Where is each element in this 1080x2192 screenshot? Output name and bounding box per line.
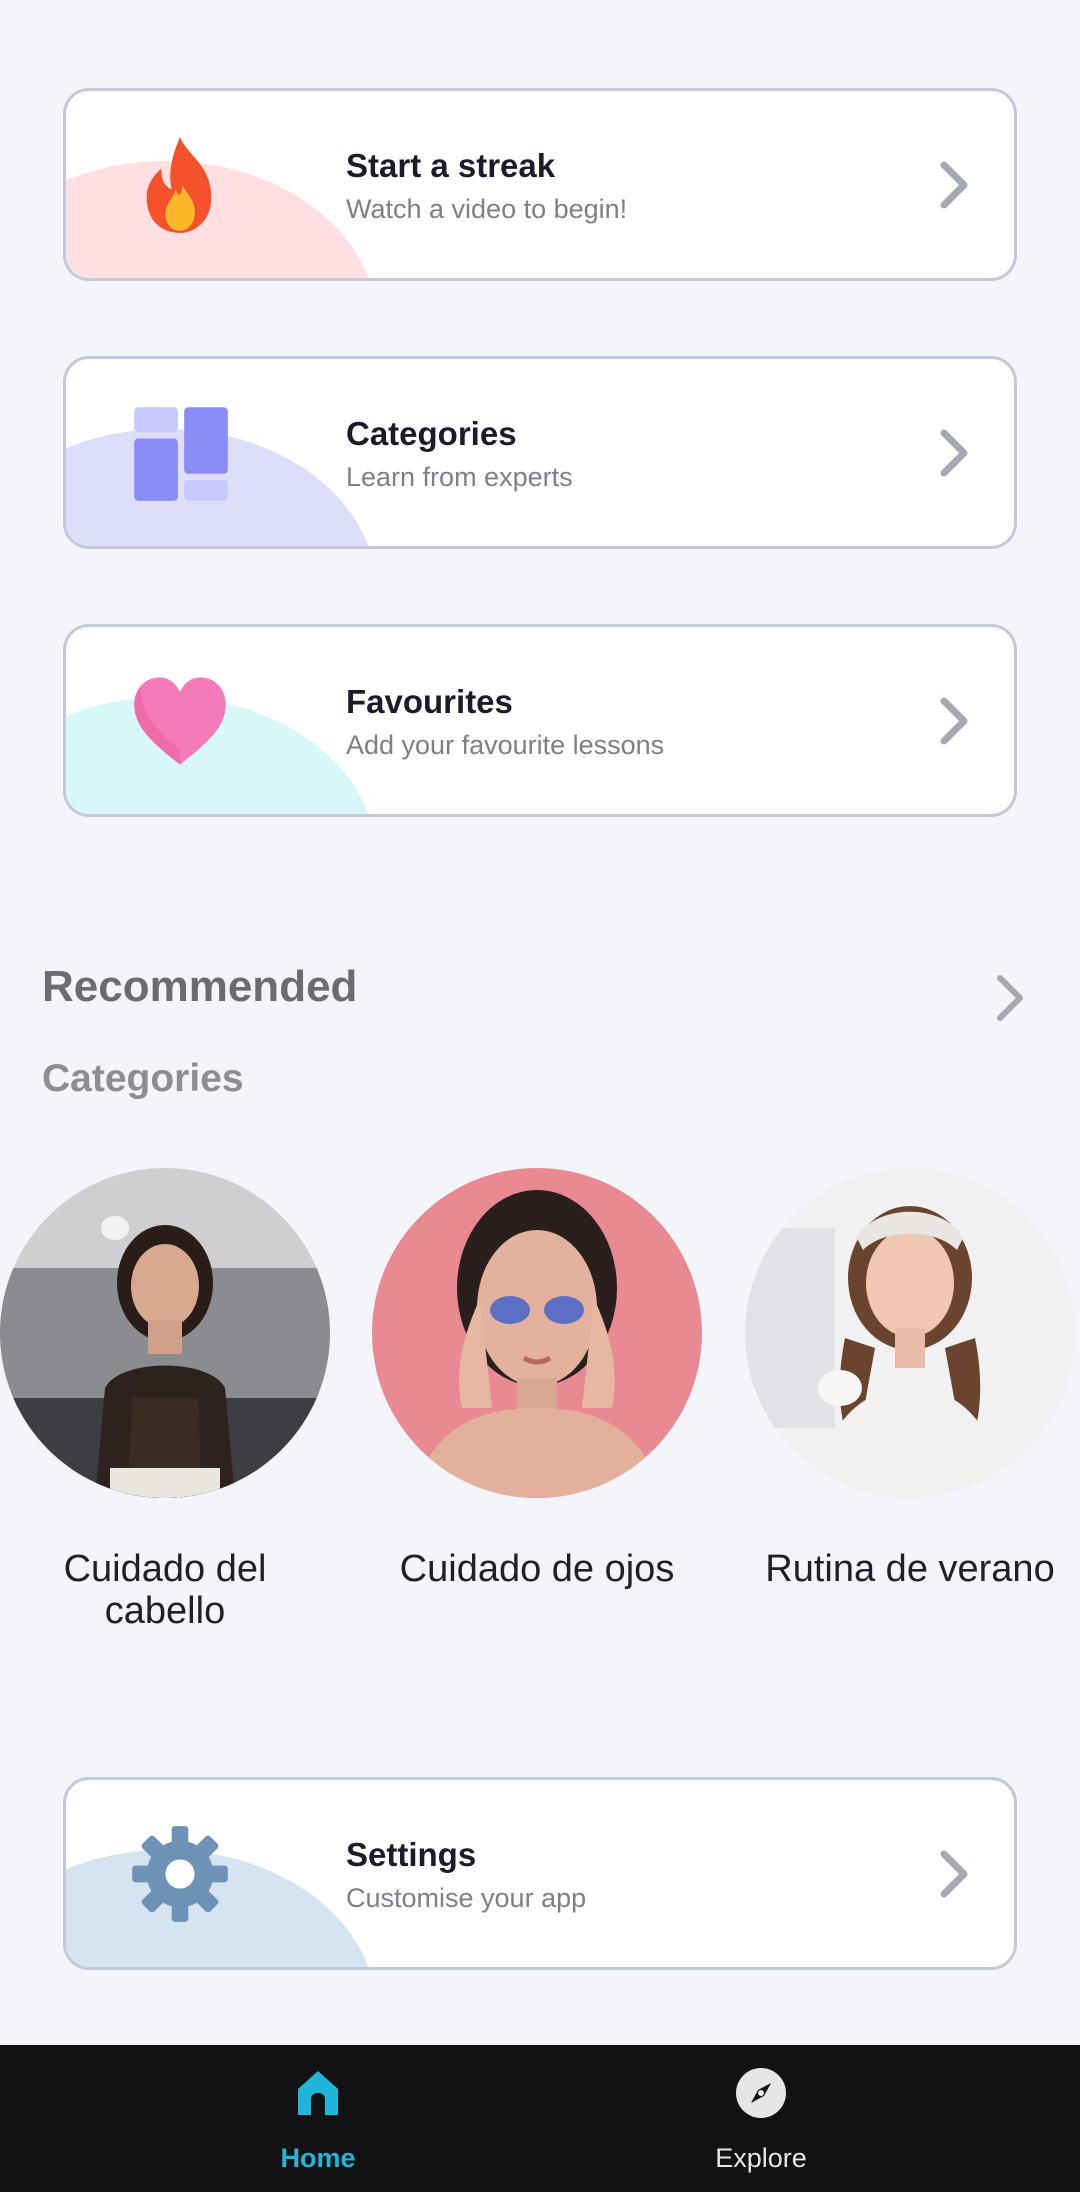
- chevron-right-icon: [940, 161, 968, 209]
- chevron-right-icon: [940, 1850, 968, 1898]
- grid-icon: [128, 401, 232, 505]
- card-title: Categories: [346, 415, 517, 452]
- tab-explore[interactable]: Explore: [641, 2045, 881, 2192]
- card-title: Settings: [346, 1836, 477, 1873]
- category-photo: [0, 1168, 330, 1498]
- card-title: Favourites: [346, 683, 513, 720]
- category-label: Cuidado del cabello: [63, 1548, 267, 1632]
- recommended-title: Recommended: [42, 962, 358, 1011]
- compass-icon: [736, 2068, 786, 2118]
- card-subtitle: Add your favourite lessons: [346, 730, 665, 760]
- favourites-card[interactable]: Favourites Add your favourite lessons: [63, 624, 1017, 817]
- gear-icon: [128, 1822, 232, 1926]
- category-photo: [372, 1168, 702, 1498]
- category-label: Cuidado de ojos: [399, 1548, 675, 1590]
- category-item-summer-routine[interactable]: Rutina de verano: [745, 1168, 1075, 1590]
- tab-label: Home: [280, 2143, 356, 2173]
- category-item-eye-care[interactable]: Cuidado de ojos: [372, 1168, 702, 1590]
- recommended-chevron-right-icon[interactable]: [990, 970, 1030, 1026]
- chevron-right-icon: [940, 429, 968, 477]
- home-icon: [298, 2071, 338, 2115]
- card-title: Start a streak: [346, 147, 556, 184]
- card-subtitle: Watch a video to begin!: [346, 194, 628, 224]
- bottom-tab-bar: Home Explore: [0, 2045, 1080, 2192]
- chevron-right-icon: [940, 697, 968, 745]
- settings-card[interactable]: Settings Customise your app: [63, 1777, 1017, 1970]
- categories-card[interactable]: Categories Learn from experts: [63, 356, 1017, 549]
- tab-label: Explore: [715, 2143, 807, 2173]
- start-streak-card[interactable]: Start a streak Watch a video to begin!: [63, 88, 1017, 281]
- tab-home[interactable]: Home: [198, 2045, 438, 2192]
- category-photo: [745, 1168, 1075, 1498]
- flame-icon: [128, 133, 232, 237]
- categories-section-title: Categories: [42, 1057, 244, 1100]
- card-subtitle: Customise your app: [346, 1883, 587, 1913]
- category-item-hair-care[interactable]: Cuidado del cabello: [0, 1168, 330, 1632]
- heart-icon: [128, 669, 232, 773]
- category-label: Rutina de verano: [765, 1548, 1055, 1590]
- card-subtitle: Learn from experts: [346, 462, 573, 492]
